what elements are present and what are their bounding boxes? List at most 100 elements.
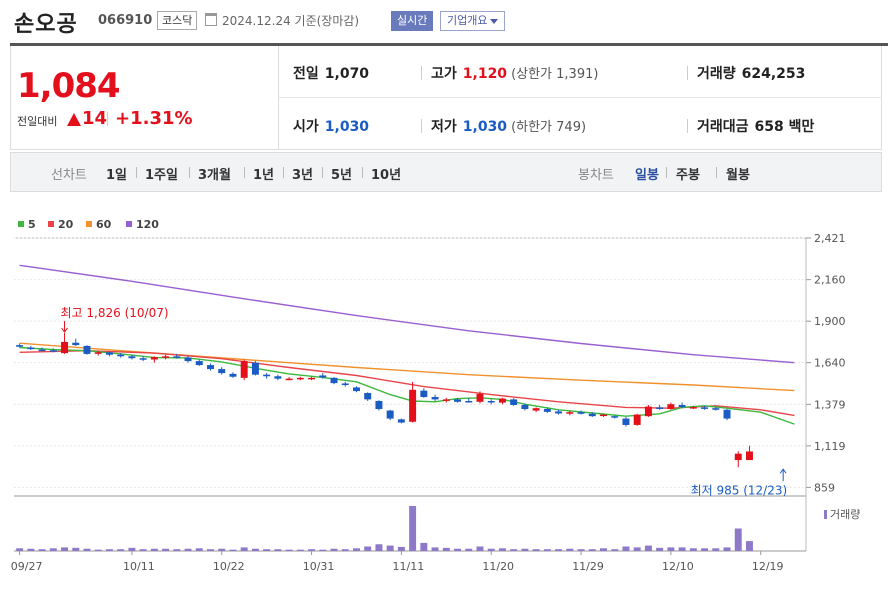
- candle-body: [61, 341, 69, 354]
- candle-body: [588, 413, 596, 417]
- volume-bar: [543, 549, 551, 551]
- candle-weekly[interactable]: 주봉: [676, 164, 700, 183]
- candle-body: [532, 408, 540, 411]
- volume-bar: [173, 549, 181, 551]
- open-price-value: 1,030: [324, 119, 370, 135]
- candle-body: [465, 401, 473, 403]
- change-percent: +1.31%: [115, 108, 193, 129]
- period-divider: [283, 167, 284, 178]
- change-label: 전일대비: [17, 115, 58, 128]
- cell-divider: [421, 66, 422, 80]
- candle-body: [555, 411, 563, 414]
- candle-body: [83, 345, 91, 354]
- open-price-label: 시가: [293, 119, 319, 135]
- candle-body: [611, 416, 619, 418]
- volume-bar: [184, 548, 192, 551]
- volume-bar: [566, 548, 574, 551]
- candle-body: [308, 377, 316, 380]
- candle-body: [397, 419, 405, 423]
- volume-bar: [72, 547, 80, 551]
- volume-bar: [38, 549, 46, 551]
- candle-body: [543, 408, 551, 412]
- volume-bar: [644, 545, 652, 551]
- volume-bar: [420, 542, 428, 551]
- cell-divider: [687, 66, 688, 80]
- period-divider: [362, 167, 363, 178]
- x-tick-label: 10/31: [303, 560, 335, 573]
- x-tick-label: 11/20: [482, 560, 514, 573]
- candle-body: [27, 347, 35, 350]
- volume-bar: [274, 549, 282, 551]
- market-badge: 코스닥: [157, 11, 198, 30]
- date-value: 2024.12.24: [222, 14, 291, 28]
- period-3m[interactable]: 3개월: [198, 164, 231, 183]
- period-10y[interactable]: 10년: [371, 164, 401, 183]
- volume-bar: [251, 548, 259, 551]
- volume-bar: [263, 549, 271, 551]
- period-3y[interactable]: 3년: [292, 164, 313, 183]
- candle-body: [184, 357, 192, 362]
- x-tick-label: 09/27: [11, 560, 43, 573]
- day-low-label: 저가: [431, 119, 457, 135]
- realtime-button[interactable]: 실시간: [391, 11, 434, 31]
- open-price: 시가 1,030: [293, 116, 369, 136]
- day-low: 저가 1,030 (하한가 749): [431, 116, 586, 136]
- day-high-value: 1,120: [462, 66, 508, 82]
- stock-name: 손오공: [14, 12, 78, 37]
- candle-body: [442, 399, 450, 401]
- volume-bar: [397, 546, 405, 551]
- volume-bar: [330, 548, 338, 551]
- volume-bar: [532, 549, 540, 551]
- period-1y[interactable]: 1년: [253, 164, 274, 183]
- volume-bar: [701, 548, 709, 551]
- candle-body: [510, 399, 518, 405]
- period-5y[interactable]: 5년: [331, 164, 352, 183]
- company-info-button[interactable]: 기업개요: [440, 11, 506, 31]
- candle-monthly[interactable]: 월봉: [726, 164, 750, 183]
- candle-body: [319, 375, 327, 378]
- candle-body: [105, 352, 113, 355]
- upper-limit: (상한가 1,391): [511, 67, 599, 82]
- price-panel: 1,084 전일대비 14 +1.31%: [11, 46, 279, 149]
- volume-bar: [555, 549, 563, 551]
- legend-label: 5: [28, 218, 36, 231]
- period-divider: [136, 167, 137, 178]
- change-value: 14: [82, 108, 108, 129]
- candle-body: [723, 409, 731, 419]
- volume-bar: [341, 549, 349, 551]
- period-bar: 선차트 1일 1주일 3개월 1년 3년 5년 10년 봉차트 일봉 주봉 월봉: [10, 152, 882, 192]
- y-tick-label: 2,421: [814, 232, 846, 245]
- trade-value-value: 658 백만: [754, 119, 815, 135]
- volume-bar: [229, 549, 237, 551]
- candle-body: [734, 453, 742, 461]
- volume-bar: [375, 544, 383, 551]
- ma5-line: [19, 346, 795, 425]
- candle-body: [173, 356, 181, 358]
- volume-bar: [454, 548, 462, 551]
- candle-daily[interactable]: 일봉: [635, 164, 659, 183]
- volume-bar: [431, 547, 439, 551]
- x-tick-label: 11/11: [393, 560, 425, 573]
- volume-bar: [364, 546, 372, 551]
- candle-body: [341, 383, 349, 386]
- period-1w[interactable]: 1주일: [145, 164, 178, 183]
- candle-body: [162, 356, 170, 358]
- candle-body: [72, 342, 80, 346]
- x-tick-label: 12/10: [662, 560, 694, 573]
- volume-bar: [296, 549, 304, 551]
- day-high-label: 고가: [431, 66, 457, 82]
- period-divider: [244, 167, 245, 178]
- volume-bar: [139, 549, 147, 551]
- period-1d[interactable]: 1일: [106, 164, 127, 183]
- volume-bar: [162, 548, 170, 551]
- quote-summary: 1,084 전일대비 14 +1.31% 전일 1,070 고가 1,120 (상한가…: [10, 46, 882, 150]
- candle-body: [330, 377, 338, 384]
- prev-close-value: 1,070: [324, 66, 370, 82]
- candle-body: [218, 369, 226, 374]
- candle-body: [207, 365, 214, 370]
- volume-bar: [678, 547, 686, 551]
- candle-body: [139, 358, 147, 360]
- lower-limit: (하한가 749): [511, 120, 587, 135]
- volume-bar: [207, 549, 214, 551]
- y-tick-label: 1,900: [814, 315, 846, 328]
